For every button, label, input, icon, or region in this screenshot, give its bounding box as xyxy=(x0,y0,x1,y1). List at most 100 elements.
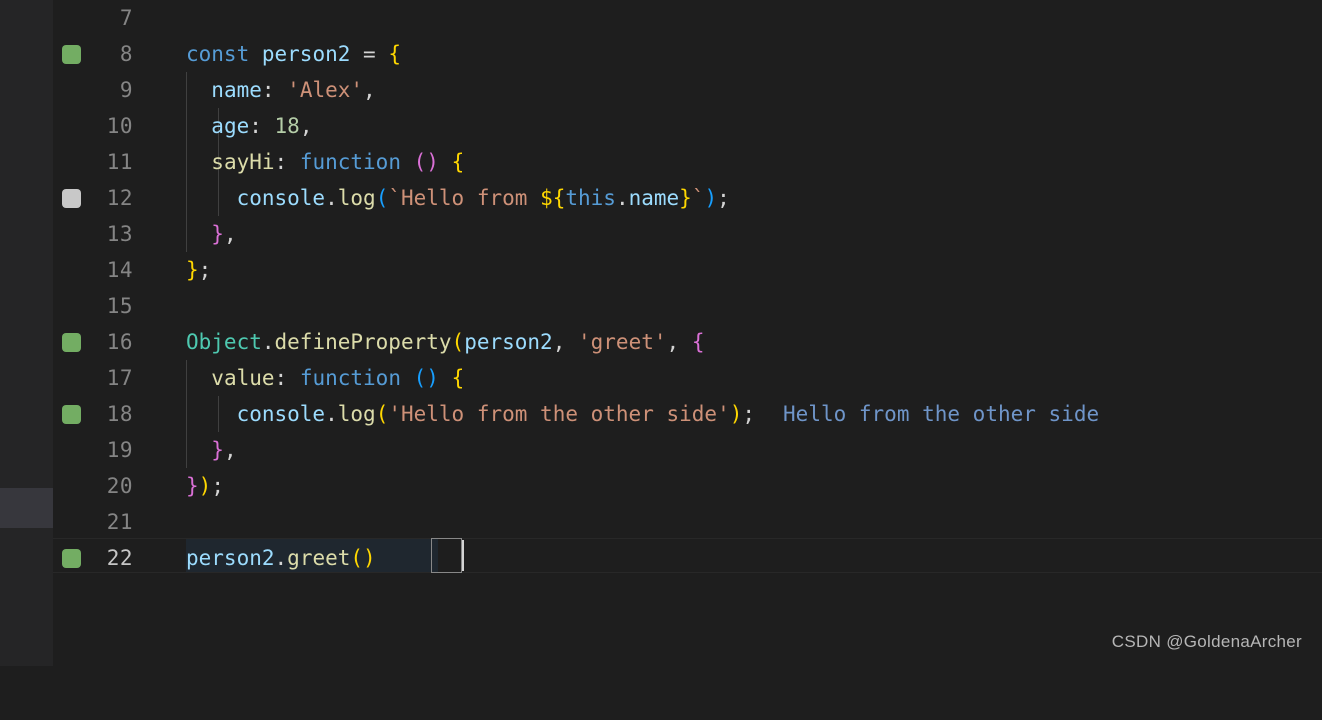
token-punct: ; xyxy=(742,402,756,426)
line-number: 18 xyxy=(106,402,133,426)
line-content: console.log('Hello from the other side')… xyxy=(186,396,1100,432)
token-punct: ; xyxy=(211,474,224,498)
token-keyword: function xyxy=(299,150,401,174)
token-string: 'Hello from the other side' xyxy=(388,402,730,426)
line-number: 16 xyxy=(106,330,133,354)
token-punct: , xyxy=(223,438,237,462)
line-number-active: 22 xyxy=(106,546,133,570)
line-content: sayHi: function () { xyxy=(186,144,464,180)
line-number: 17 xyxy=(106,366,133,390)
code-line[interactable]: 17 value: function () { xyxy=(53,360,1322,396)
line-content: }); xyxy=(186,468,224,504)
token-class: Object xyxy=(186,330,262,354)
token-punct: , xyxy=(223,222,237,246)
line-number: 12 xyxy=(106,186,133,210)
token-variable: person2 xyxy=(261,42,351,66)
code-line[interactable]: 14 }; xyxy=(53,252,1322,288)
token-punct: : xyxy=(274,150,300,174)
token-bracket: ( xyxy=(451,330,465,354)
line-content: name: 'Alex', xyxy=(186,72,376,108)
code-line[interactable]: 21 xyxy=(53,504,1322,540)
line-number: 20 xyxy=(106,474,133,498)
line-content: }; xyxy=(186,252,211,288)
token-punct: . xyxy=(325,402,338,426)
token-punct: . xyxy=(325,186,338,210)
code-line-active[interactable]: 22 person2.greet() xyxy=(53,540,1322,576)
token-bracket: () xyxy=(413,366,439,390)
line-number: 11 xyxy=(106,150,133,174)
token-bracket: ( xyxy=(375,402,389,426)
token-template-open: ${ xyxy=(540,186,566,210)
line-number: 14 xyxy=(106,258,133,282)
line-number: 10 xyxy=(106,114,133,138)
editor-surface[interactable]: 7 8 const person2 = { 9 name: 'Alex', 10… xyxy=(53,0,1322,666)
token-variable: person2 xyxy=(464,330,553,354)
token-bracket: ) xyxy=(704,186,718,210)
token-function: greet xyxy=(287,546,351,570)
token-function: log xyxy=(337,402,376,426)
line-content: Object.defineProperty(person2, 'greet', … xyxy=(186,324,704,360)
token-bracket: ) xyxy=(363,546,376,570)
code-line[interactable]: 10 age: 18, xyxy=(53,108,1322,144)
code-line[interactable]: 16 Object.defineProperty(person2, 'greet… xyxy=(53,324,1322,360)
token-bracket: ) xyxy=(198,474,212,498)
line-content: value: function () { xyxy=(186,360,464,396)
line-content: console.log(`Hello from ${this.name}`); xyxy=(186,180,730,216)
token-bracket: } xyxy=(211,222,224,246)
code-line[interactable]: 9 name: 'Alex', xyxy=(53,72,1322,108)
token-property: name xyxy=(628,186,680,210)
token-property: value xyxy=(211,366,275,390)
token-bracket: } xyxy=(186,474,199,498)
token-punct: : xyxy=(249,114,275,138)
token-string: `Hello from xyxy=(388,186,541,210)
code-line[interactable]: 8 const person2 = { xyxy=(53,36,1322,72)
token-punct: , xyxy=(552,330,578,354)
token-property: age xyxy=(211,114,250,138)
token-bracket: ) xyxy=(729,402,743,426)
token-bracket: } xyxy=(186,258,199,282)
code-line[interactable]: 20 }); xyxy=(53,468,1322,504)
code-line[interactable]: 11 sayHi: function () { xyxy=(53,144,1322,180)
code-line[interactable]: 15 xyxy=(53,288,1322,324)
line-content: age: 18, xyxy=(186,108,312,144)
token-bracket: () xyxy=(413,150,439,174)
line-number: 7 xyxy=(119,6,133,30)
code-line[interactable]: 13 }, xyxy=(53,216,1322,252)
token-punct: , xyxy=(666,330,692,354)
token-punct: : xyxy=(274,366,300,390)
token-template-close: } xyxy=(679,186,692,210)
line-content: }, xyxy=(186,216,237,252)
code-line[interactable]: 12 console.log(`Hello from ${this.name}`… xyxy=(53,180,1322,216)
code-editor[interactable]: 7 8 const person2 = { 9 name: 'Alex', 10… xyxy=(0,0,1322,666)
token-punct: , xyxy=(363,78,376,102)
token-bracket: ( xyxy=(375,186,389,210)
vertical-scrollbar-thumb[interactable] xyxy=(0,488,53,528)
code-line[interactable]: 18 console.log('Hello from the other sid… xyxy=(53,396,1322,432)
token-string: 'Alex' xyxy=(287,78,364,102)
code-line[interactable]: 19 }, xyxy=(53,432,1322,468)
line-number: 15 xyxy=(106,294,133,318)
line-content: }, xyxy=(186,432,237,468)
token-object: console xyxy=(236,186,326,210)
inline-output-annotation: Hello from the other side xyxy=(783,402,1100,426)
line-number: 19 xyxy=(106,438,133,462)
line-content: person2.greet() xyxy=(186,540,376,576)
token-punct: ; xyxy=(198,258,212,282)
token-operator: = xyxy=(350,42,389,66)
token-punct: . xyxy=(615,186,629,210)
token-bracket: } xyxy=(211,438,224,462)
editor-overview-ruler[interactable] xyxy=(0,0,53,666)
token-punct: . xyxy=(261,330,275,354)
token-punct: , xyxy=(299,114,313,138)
code-line[interactable]: 7 xyxy=(53,0,1322,36)
token-string: ` xyxy=(691,186,705,210)
line-number: 13 xyxy=(106,222,133,246)
token-number: 18 xyxy=(274,114,300,138)
